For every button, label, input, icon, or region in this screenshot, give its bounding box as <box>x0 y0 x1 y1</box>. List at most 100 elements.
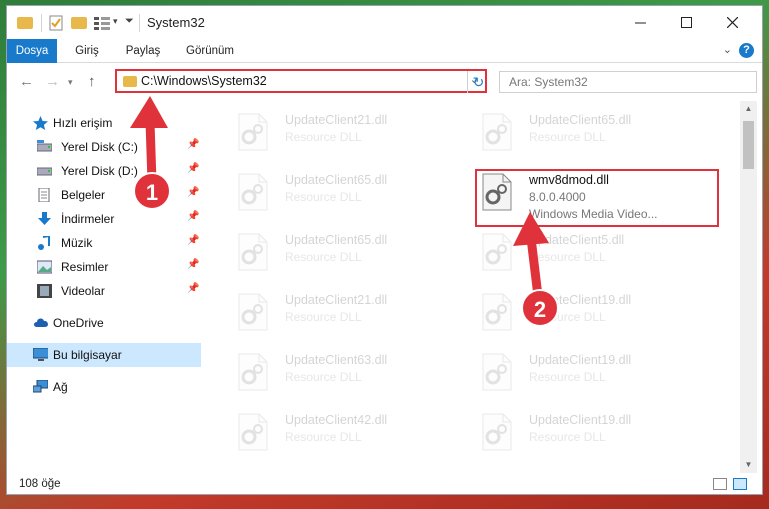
file-description: Resource DLL <box>285 310 362 324</box>
file-item[interactable]: UpdateClient21.dll Resource DLL <box>213 107 453 157</box>
file-item[interactable]: UpdateClient65.dll Resource DLL <box>457 107 697 157</box>
sidebar-item-label: Resimler <box>61 260 109 274</box>
sidebar-item-documents[interactable]: Belgeler 📌 <box>7 183 201 207</box>
pin-icon: 📌 <box>187 283 200 294</box>
sidebar-item-pictures[interactable]: Resimler 📌 <box>7 255 201 279</box>
tab-file[interactable]: Dosya <box>7 39 57 63</box>
file-name: UpdateClient19.dll <box>529 353 632 367</box>
vertical-scrollbar[interactable]: ▲ ▼ <box>740 101 757 473</box>
ribbon-tabs: Dosya Giriş Paylaş Görünüm ⌄ ? <box>7 39 762 63</box>
up-button[interactable]: ↑ <box>88 73 96 90</box>
expand-ribbon-icon[interactable]: ⌄ <box>723 43 732 56</box>
dll-file-icon <box>481 353 513 391</box>
step-badge-2: 2 <box>521 289 559 327</box>
selected-file-highlight <box>475 169 719 227</box>
chevron-down-icon[interactable]: ▾ <box>113 16 118 34</box>
file-item[interactable]: UpdateClient21.dll Resource DLL <box>213 287 453 337</box>
file-item[interactable]: UpdateClient65.dll Resource DLL <box>213 227 453 277</box>
cloud-icon <box>34 318 48 327</box>
sidebar-item-label: Hızlı erişim <box>53 116 113 130</box>
file-description: Resource DLL <box>529 250 606 264</box>
dll-file-icon <box>237 113 269 151</box>
network-icon <box>33 380 48 393</box>
pin-icon: 📌 <box>187 211 200 222</box>
folder-icon <box>17 17 33 29</box>
back-button[interactable]: ← <box>19 73 34 90</box>
file-name: UpdateClient21.dll <box>285 113 388 127</box>
sidebar-item-music[interactable]: Müzik 📌 <box>7 231 201 255</box>
file-item[interactable]: UpdateClient63.dll Resource DLL <box>213 347 453 397</box>
tab-view[interactable]: Görünüm <box>175 39 245 63</box>
help-icon[interactable]: ? <box>739 43 754 58</box>
scrollbar-thumb[interactable] <box>743 121 754 169</box>
drive-icon <box>37 140 52 152</box>
minimize-button[interactable] <box>617 6 663 39</box>
sidebar-item-drive-d[interactable]: Yerel Disk (D:) 📌 <box>7 159 201 183</box>
videos-icon <box>37 284 52 298</box>
sidebar-item-drive-c[interactable]: Yerel Disk (C:) 📌 <box>7 135 201 159</box>
step-badge-1: 1 <box>133 172 171 210</box>
sidebar-item-this-pc[interactable]: Bu bilgisayar <box>7 343 201 367</box>
pictures-icon <box>37 260 52 274</box>
navigation-pane: Hızlı erişim Yerel Disk (C:) 📌 Yerel Dis… <box>7 101 201 473</box>
tiles-view-icon[interactable] <box>733 478 747 490</box>
file-name: UpdateClient19.dll <box>529 413 632 427</box>
file-item[interactable]: UpdateClient19.dll Resource DLL <box>457 287 697 337</box>
dll-file-icon <box>237 293 269 331</box>
file-description: Resource DLL <box>285 130 362 144</box>
scroll-down-icon[interactable]: ▼ <box>740 457 757 473</box>
forward-button[interactable]: → <box>45 73 60 90</box>
tab-share[interactable]: Paylaş <box>115 39 171 63</box>
dll-file-icon <box>481 113 513 151</box>
sidebar-item-quick-access[interactable]: Hızlı erişim <box>7 111 201 135</box>
tab-home[interactable]: Giriş <box>63 39 111 63</box>
file-item[interactable]: UpdateClient19.dll Resource DLL <box>457 347 697 397</box>
file-item[interactable]: UpdateClient19.dll Resource DLL <box>457 407 697 457</box>
divider <box>41 14 42 32</box>
dll-file-icon <box>237 413 269 451</box>
maximize-button[interactable] <box>663 6 709 39</box>
maximize-icon <box>680 17 692 28</box>
documents-icon <box>38 188 50 202</box>
details-view-icon[interactable] <box>713 478 727 490</box>
file-name: UpdateClient21.dll <box>285 293 388 307</box>
sidebar-item-label: Ağ <box>53 380 68 394</box>
customize-toolbar-icon[interactable]: ⏷ <box>125 15 134 33</box>
download-icon <box>38 212 51 225</box>
status-bar: 108 öğe <box>7 473 762 494</box>
file-name: UpdateClient65.dll <box>285 233 388 247</box>
sidebar-item-videos[interactable]: Videolar 📌 <box>7 279 201 303</box>
address-path: C:\Windows\System32 <box>141 74 267 88</box>
sidebar-item-label: Belgeler <box>61 188 106 202</box>
refresh-button[interactable]: ↻ <box>467 71 489 93</box>
file-description: Resource DLL <box>285 190 362 204</box>
pin-icon: 📌 <box>187 187 200 198</box>
file-item[interactable]: UpdateClient65.dll Resource DLL <box>213 167 453 217</box>
file-description: Resource DLL <box>285 250 362 264</box>
properties-icon[interactable] <box>49 15 63 33</box>
pin-icon: 📌 <box>187 235 200 246</box>
drive-icon <box>37 167 52 176</box>
file-description: Resource DLL <box>529 370 606 384</box>
file-item[interactable]: UpdateClient42.dll Resource DLL <box>213 407 453 457</box>
file-name: UpdateClient65.dll <box>529 113 632 127</box>
file-item[interactable]: UpdateClient5.dll Resource DLL <box>457 227 697 277</box>
recent-locations-icon[interactable]: ▾ <box>68 77 73 88</box>
dll-file-icon <box>237 173 269 211</box>
sidebar-item-network[interactable]: Ağ <box>7 375 201 399</box>
search-input[interactable]: Ara: System32 <box>499 71 757 93</box>
sidebar-item-downloads[interactable]: İndirmeler 📌 <box>7 207 201 231</box>
view-icon[interactable] <box>93 15 111 33</box>
close-button[interactable] <box>709 6 755 39</box>
star-icon <box>33 116 48 130</box>
close-icon <box>726 17 738 28</box>
address-bar[interactable]: C:\Windows\System32 ⌄ <box>115 69 487 93</box>
scroll-up-icon[interactable]: ▲ <box>740 101 757 117</box>
sidebar-item-label: İndirmeler <box>61 212 115 226</box>
dll-file-icon <box>481 233 513 271</box>
title-bar: ▾ ⏷ System32 <box>7 6 762 39</box>
sidebar-item-onedrive[interactable]: OneDrive <box>7 311 201 335</box>
pin-icon: 📌 <box>187 139 200 150</box>
new-folder-icon[interactable] <box>71 17 87 29</box>
folder-icon <box>123 76 137 87</box>
